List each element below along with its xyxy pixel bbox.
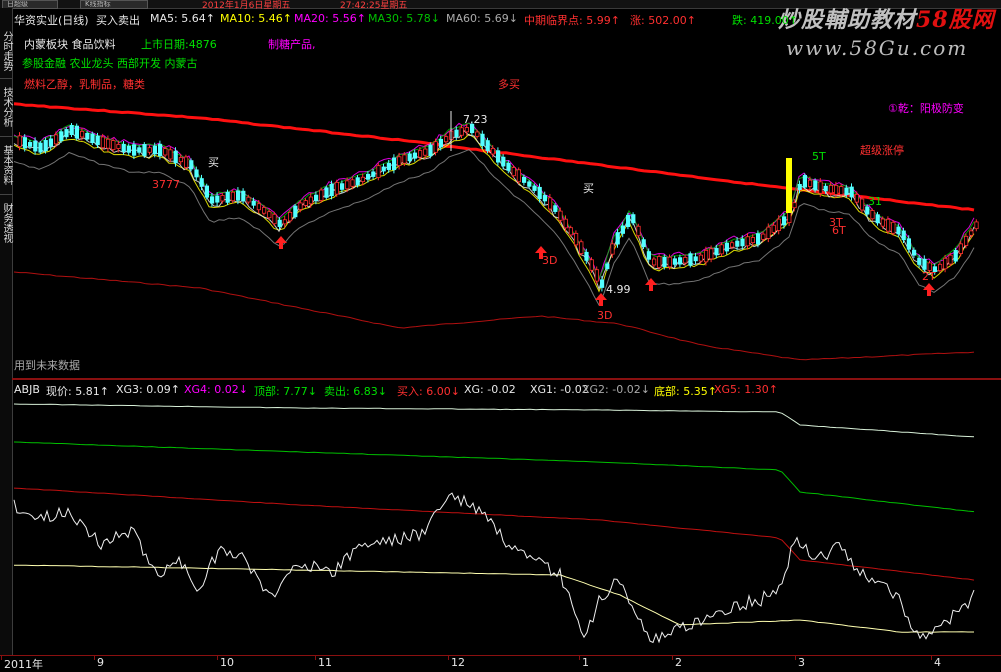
x-axis-tick bbox=[795, 655, 796, 660]
x-axis-label: 3 bbox=[798, 656, 805, 669]
sell-line bbox=[13, 441, 975, 513]
x-axis-tick bbox=[94, 655, 95, 660]
x-axis-label: 1 bbox=[582, 656, 589, 669]
x-axis-tick bbox=[448, 655, 449, 660]
x-axis-tick bbox=[579, 655, 580, 660]
x-axis-tick bbox=[1, 655, 2, 660]
x-axis-label: 10 bbox=[220, 656, 234, 669]
x-axis-tick bbox=[931, 655, 932, 660]
x-axis-label: 2011年 bbox=[4, 658, 43, 671]
x-axis-tick bbox=[315, 655, 316, 660]
x-axis-label: 11 bbox=[318, 656, 332, 669]
x-axis-label: 2 bbox=[675, 656, 682, 669]
x-axis-tick bbox=[672, 655, 673, 660]
time-axis bbox=[0, 655, 1001, 670]
indicator-lines bbox=[13, 403, 975, 644]
buy-line bbox=[13, 487, 975, 581]
top-line bbox=[13, 403, 975, 438]
x-axis-tick bbox=[217, 655, 218, 660]
indicator-chart bbox=[13, 403, 975, 644]
x-axis-label: 4 bbox=[934, 656, 941, 669]
x-axis-label: 12 bbox=[451, 656, 465, 669]
x-axis-label: 9 bbox=[97, 656, 104, 669]
